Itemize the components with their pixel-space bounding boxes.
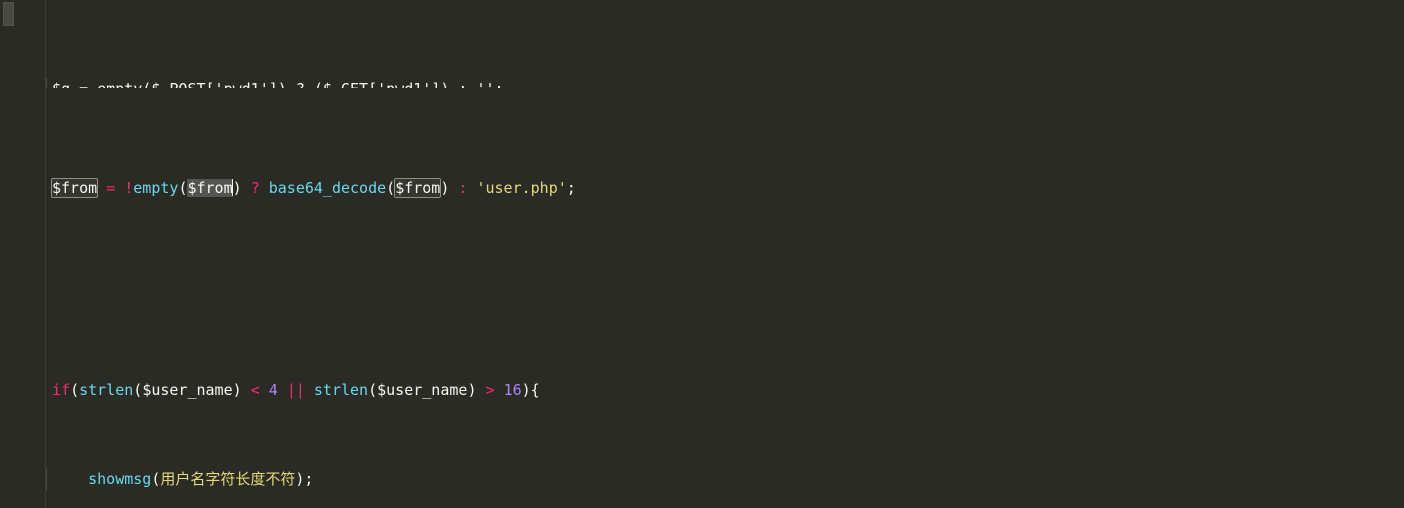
operator-assign: = bbox=[106, 179, 116, 198]
operator-or: || bbox=[286, 380, 305, 399]
operator-lt: < bbox=[250, 380, 260, 399]
code-text: $q = empty($_POST['pwd1']) ? ($_GET['pwd… bbox=[52, 80, 504, 88]
code-content[interactable]: $q = empty($_POST['pwd1']) ? ($_GET['pwd… bbox=[0, 0, 1404, 508]
operator-gt: > bbox=[485, 380, 495, 399]
function-showmsg: showmsg bbox=[88, 470, 152, 489]
occurrence-from-2-selected: $from bbox=[187, 179, 233, 198]
operator-ternary: ? bbox=[250, 179, 260, 198]
code-line-from-assign[interactable]: $from = !empty($from) ? base64_decode($f… bbox=[0, 177, 1404, 199]
code-line-blank-1[interactable] bbox=[0, 267, 1404, 289]
code-editor[interactable]: $q = empty($_POST['pwd1']) ? ($_GET['pwd… bbox=[0, 0, 1404, 508]
occurrence-from-1: $from bbox=[50, 178, 99, 199]
function-base64-decode: base64_decode bbox=[268, 179, 387, 198]
string-username-length-msg: 用户名字符长度不符 bbox=[160, 470, 296, 489]
code-line-showmsg-username-length[interactable]: showmsg(用户名字符长度不符); bbox=[0, 468, 1404, 492]
string-user-php: 'user.php' bbox=[476, 179, 567, 198]
function-empty: empty bbox=[133, 179, 179, 198]
function-strlen: strlen bbox=[313, 380, 369, 399]
occurrence-from-3: $from bbox=[394, 178, 442, 199]
number-4: 4 bbox=[268, 380, 278, 399]
code-line-if-strlen-username[interactable]: if(strlen($user_name) < 4 || strlen($use… bbox=[0, 379, 1404, 401]
function-strlen: strlen bbox=[79, 380, 134, 399]
code-line-partial-top[interactable]: $q = empty($_POST['pwd1']) ? ($_GET['pwd… bbox=[0, 77, 1404, 88]
operator-not: ! bbox=[124, 179, 134, 198]
keyword-if: if bbox=[52, 380, 71, 399]
number-16: 16 bbox=[503, 380, 522, 399]
